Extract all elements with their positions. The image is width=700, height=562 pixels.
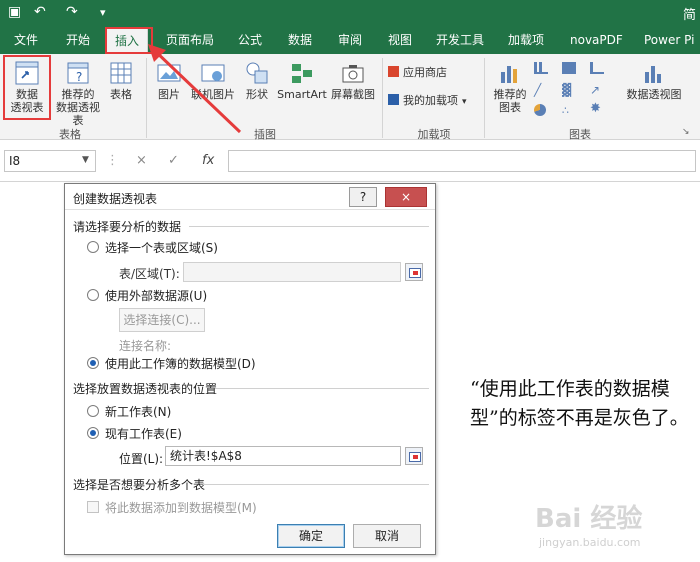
table-label: 表格: [110, 88, 132, 101]
radio-new-sheet-label[interactable]: 新工作表(N): [105, 403, 171, 420]
divider: [203, 484, 429, 485]
tab-addins[interactable]: 加载项: [500, 26, 552, 54]
group-separator: [382, 58, 383, 138]
insert-function-icon[interactable]: fx: [202, 153, 214, 168]
svg-text:?: ?: [76, 70, 82, 84]
group-separator: [484, 58, 485, 138]
formula-bar: I8 ▼ ⋮ × ✓ fx: [0, 140, 700, 182]
tab-novapdf[interactable]: novaPDF: [562, 26, 631, 54]
tab-data[interactable]: 数据: [280, 26, 320, 54]
ok-button[interactable]: 确定: [277, 524, 345, 548]
statistic-chart-icon: ▓: [562, 83, 572, 97]
store-label: 应用商店: [403, 66, 447, 79]
recommended-charts-label: 推荐的 图表: [493, 88, 527, 114]
divider: [189, 226, 429, 227]
cancel-button[interactable]: 取消: [353, 524, 421, 548]
window-title: 简: [682, 8, 696, 23]
radio-existing-sheet[interactable]: [87, 427, 99, 439]
save-icon[interactable]: ▣: [8, 4, 21, 20]
scatter-chart-icon: ∴: [562, 104, 569, 117]
customize-toolbar-icon[interactable]: ▾: [100, 6, 106, 19]
screenshot-label: 屏幕截图: [331, 88, 375, 101]
help-button[interactable]: ?: [349, 187, 377, 207]
radio-existing-sheet-label[interactable]: 现有工作表(E): [105, 425, 182, 442]
smartart-button[interactable]: SmartArt: [276, 60, 328, 101]
my-addins-label: 我的加载项: [403, 94, 458, 107]
surface-chart-icon: ✸: [590, 101, 601, 116]
add-to-data-model-label[interactable]: 将此数据添加到数据模型(M): [105, 499, 257, 516]
recommended-charts-button[interactable]: 推荐的 图表: [490, 60, 530, 114]
hierarchy-chart-icon: [562, 62, 576, 74]
table-icon: [110, 62, 132, 84]
screenshot-button[interactable]: 屏幕截图: [328, 60, 378, 101]
tab-home[interactable]: 开始: [58, 26, 98, 54]
cancel-icon[interactable]: ×: [136, 153, 147, 168]
smartart-label: SmartArt: [277, 88, 327, 101]
pivot-chart-icon: [645, 66, 661, 83]
redo-icon[interactable]: ↷: [66, 4, 78, 20]
line-chart-icon: ╱: [534, 83, 542, 97]
tab-review[interactable]: 审阅: [330, 26, 370, 54]
tab-view[interactable]: 视图: [380, 26, 420, 54]
combo-chart-icon: ↗: [590, 83, 601, 97]
tab-developer[interactable]: 开发工具: [428, 26, 492, 54]
collapse-range-icon[interactable]: [405, 447, 423, 465]
tab-file[interactable]: 文件: [6, 26, 46, 54]
screenshot-icon: [342, 65, 364, 83]
formula-input[interactable]: [228, 150, 696, 172]
recommended-pivot-label: 推荐的 数据透视表: [56, 88, 100, 127]
pivot-chart-button[interactable]: 数据透视图: [624, 60, 684, 101]
dialog-launcher-icon[interactable]: ↘: [682, 127, 690, 137]
undo-icon[interactable]: ↶: [34, 4, 46, 20]
chart-types-gallery[interactable]: ╱ ▓ ↗ ∴ ✸: [532, 60, 618, 120]
close-button[interactable]: ×: [385, 187, 427, 207]
table-button[interactable]: 表格: [104, 60, 138, 101]
table-range-label: 表/区域(T):: [119, 267, 180, 281]
recommended-chart-icon: [501, 66, 517, 83]
my-addins-icon: [388, 94, 399, 105]
waterfall-chart-icon: [590, 62, 604, 74]
my-addins-button[interactable]: 我的加载项 ▾: [388, 94, 478, 109]
title-bar: ▣ ↶ ↷ ▾ 简: [0, 0, 700, 26]
choose-connection-button[interactable]: 选择连接(C)...: [119, 308, 205, 332]
more-icon: ⋮: [106, 153, 119, 168]
radio-new-sheet[interactable]: [87, 405, 99, 417]
dialog-title: 创建数据透视表: [73, 192, 158, 206]
store-button[interactable]: 应用商店: [388, 66, 468, 79]
watermark-site: jingyan.baidu.com: [539, 536, 641, 549]
pie-chart-icon: [534, 104, 546, 116]
recommended-pivot-button[interactable]: ? 推荐的 数据透视表: [52, 60, 104, 127]
connection-name-label: 连接名称:: [119, 339, 172, 353]
watermark: Bai 经验 jingyan.baidu.com: [535, 488, 695, 558]
recommended-pivot-icon: ?: [67, 62, 89, 84]
dialog-title-bar: 创建数据透视表 ? ×: [65, 184, 435, 210]
radio-external-source[interactable]: [87, 289, 99, 301]
add-to-data-model-checkbox[interactable]: [87, 501, 99, 513]
annotation-arrow: [148, 44, 242, 134]
create-pivot-table-dialog: 创建数据透视表 ? × 请选择要分析的数据 选择一个表或区域(S) 表/区域(T…: [64, 183, 436, 555]
annotation-caption: “使用此工作表的数据模型”的标签不再是灰色了。: [470, 378, 689, 429]
smartart-icon: [292, 64, 312, 83]
watermark-brand: Bai 经验: [535, 504, 643, 534]
store-icon: [388, 66, 399, 77]
pivot-table-highlight: [3, 55, 51, 120]
table-range-input[interactable]: [183, 262, 401, 282]
radio-table-range-label[interactable]: 选择一个表或区域(S): [105, 239, 218, 256]
collapse-range-icon[interactable]: [405, 263, 423, 281]
radio-data-model-label[interactable]: 使用此工作簿的数据模型(D): [105, 355, 256, 372]
radio-data-model[interactable]: [87, 357, 99, 369]
chevron-down-icon: ▾: [462, 97, 467, 107]
pivot-chart-label: 数据透视图: [626, 88, 682, 101]
radio-table-range[interactable]: [87, 241, 99, 253]
tab-power-pivot[interactable]: Power Pi: [636, 26, 700, 54]
location-label: 位置(L):: [119, 452, 164, 466]
enter-icon[interactable]: ✓: [168, 153, 179, 168]
column-chart-icon: [534, 62, 548, 74]
chevron-down-icon[interactable]: ▼: [82, 155, 89, 165]
location-input[interactable]: 统计表!$A$8: [165, 446, 401, 466]
radio-external-source-label[interactable]: 使用外部数据源(U): [105, 287, 207, 304]
divider: [215, 388, 429, 389]
